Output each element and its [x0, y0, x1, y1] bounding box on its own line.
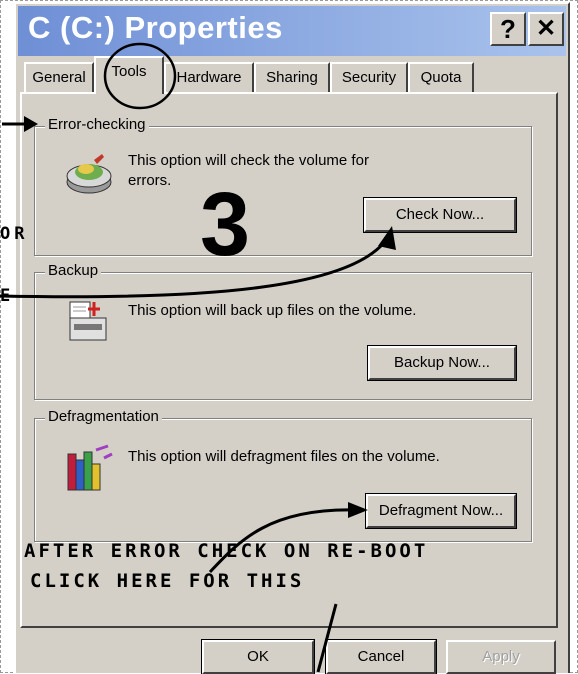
tab-quota[interactable]: Quota	[408, 62, 474, 92]
tab-security[interactable]: Security	[330, 62, 408, 92]
check-now-button[interactable]: Check Now...	[364, 198, 516, 232]
backup-label: Backup	[45, 262, 102, 279]
tab-hardware[interactable]: Hardware	[164, 62, 254, 92]
annotation-line-1: AFTER ERROR CHECK ON RE-BOOT	[24, 540, 429, 562]
window-title: C (C:) Properties	[28, 10, 283, 45]
tab-tools[interactable]: Tools	[94, 56, 164, 94]
defragment-icon	[67, 444, 113, 491]
title-bar[interactable]: C (C:) Properties ? ✕	[18, 6, 566, 56]
backup-icon	[69, 301, 107, 341]
error-checking-description-line1: This option will check the volume for	[128, 152, 369, 169]
disk-check-icon	[66, 154, 112, 194]
close-button[interactable]: ✕	[528, 12, 564, 46]
defragmentation-description: This option will defragment files on the…	[128, 448, 440, 465]
defragmentation-label: Defragmentation	[45, 408, 162, 425]
error-checking-label: Error-checking	[45, 116, 149, 133]
ok-button[interactable]: OK	[202, 640, 314, 674]
step-number-annotation: 3	[200, 175, 251, 275]
left-fragment-annotation-1: OR	[0, 224, 29, 244]
tab-sharing[interactable]: Sharing	[254, 62, 330, 92]
help-button[interactable]: ?	[490, 12, 526, 46]
annotation-line-2: CLICK HERE FOR THIS	[30, 570, 305, 592]
backup-now-button[interactable]: Backup Now...	[368, 346, 516, 380]
apply-button[interactable]: Apply	[446, 640, 556, 674]
left-fragment-annotation-2: E	[0, 286, 15, 306]
backup-description: This option will back up files on the vo…	[128, 302, 417, 319]
error-checking-description-line2: errors.	[128, 172, 172, 189]
defragment-now-button[interactable]: Defragment Now...	[366, 494, 516, 528]
cancel-button[interactable]: Cancel	[326, 640, 436, 674]
tab-general[interactable]: General	[24, 62, 94, 92]
